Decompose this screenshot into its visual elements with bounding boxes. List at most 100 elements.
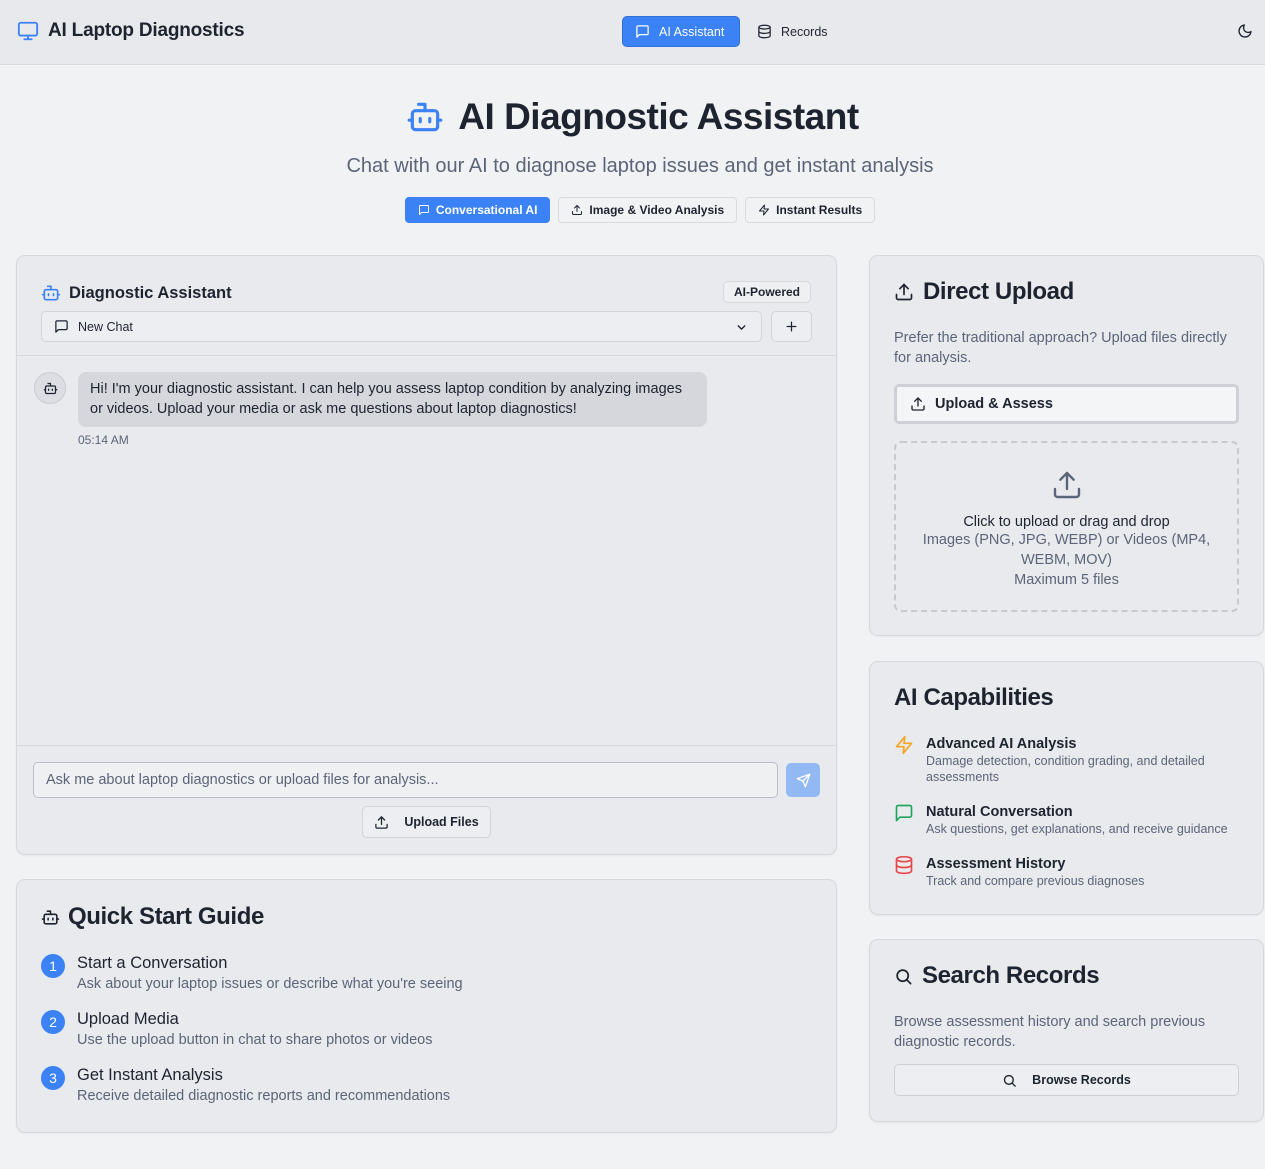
search-records-header: Search Records [894, 962, 1100, 990]
upload-files-button[interactable]: Upload Files [362, 806, 491, 838]
quick-start-step: 3 Get Instant Analysis Receive detailed … [41, 1065, 450, 1106]
step-description: Use the upload button in chat to share p… [77, 1032, 433, 1048]
browse-records-button[interactable]: Browse Records [894, 1064, 1239, 1096]
assistant-message: Hi! I'm your diagnostic assistant. I can… [78, 372, 707, 427]
step-title: Upload Media [77, 1010, 179, 1028]
feature-pills: Conversational AI Image & Video Analysis… [0, 197, 1265, 223]
zap-icon [894, 735, 914, 785]
divider [17, 355, 836, 356]
page-subtitle: Chat with our AI to diagnose laptop issu… [346, 155, 934, 177]
hero-heading: AI Diagnostic Assistant [0, 96, 1265, 138]
step-number: 2 [41, 1010, 65, 1034]
upload-icon [896, 469, 1237, 501]
dropzone-instruction: Click to upload or drag and drop [896, 514, 1237, 530]
message-icon [894, 803, 914, 837]
monitor-icon [17, 20, 39, 42]
upload-icon [374, 815, 389, 830]
message-square-icon [418, 204, 430, 216]
capability-item: Assessment History Track and compare pre… [894, 855, 1241, 889]
database-icon [894, 855, 914, 889]
pill-label: Conversational AI [435, 203, 538, 217]
upload-assess-button[interactable]: Upload & Assess [894, 384, 1239, 424]
message-timestamp: 05:14 AM [78, 433, 129, 447]
direct-upload-title: Direct Upload [923, 278, 1074, 305]
search-icon [894, 967, 913, 986]
capability-description: Track and compare previous diagnoses [926, 874, 1145, 888]
plus-icon [784, 319, 799, 334]
chat-panel: Diagnostic Assistant AI-Powered New Chat… [16, 255, 837, 855]
assistant-avatar [34, 372, 66, 404]
chevron-down-icon [735, 321, 748, 334]
upload-icon [910, 396, 926, 412]
file-dropzone[interactable]: Click to upload or drag and drop Images … [894, 441, 1239, 612]
capability-item: Natural Conversation Ask questions, get … [894, 803, 1241, 837]
nav-ai-assistant[interactable]: AI Assistant [622, 16, 740, 47]
chat-session-select[interactable]: New Chat [41, 311, 762, 342]
brand[interactable]: AI Laptop Diagnostics [17, 20, 245, 42]
quick-start-step: 1 Start a Conversation Ask about your la… [41, 953, 463, 994]
step-title: Get Instant Analysis [77, 1066, 223, 1084]
dropzone-max-files: Maximum 5 files [1014, 572, 1119, 588]
app-title: AI Laptop Diagnostics [48, 20, 245, 41]
message-square-icon [635, 24, 650, 39]
search-icon [1002, 1073, 1017, 1088]
pill-label: Image & Video Analysis [589, 203, 725, 217]
browse-records-label: Browse Records [1032, 1073, 1131, 1087]
quick-start-header: Quick Start Guide [41, 903, 264, 931]
upload-assess-label: Upload & Assess [935, 396, 1053, 412]
dropzone-drag-text: or drag and drop [1058, 514, 1170, 530]
nav-ai-assistant-label: AI Assistant [659, 24, 725, 39]
bot-icon [41, 908, 60, 927]
bot-icon [43, 381, 58, 396]
pill-image-video-analysis: Image & Video Analysis [558, 197, 738, 223]
step-description: Receive detailed diagnostic reports and … [77, 1088, 451, 1104]
capabilities-header: AI Capabilities [894, 684, 1054, 712]
theme-toggle-button[interactable] [1237, 23, 1253, 39]
send-icon [796, 773, 811, 788]
zap-icon [758, 204, 770, 216]
top-nav-bar: AI Laptop Diagnostics AI Assistant Recor… [0, 0, 1265, 65]
direct-upload-header: Direct Upload [894, 278, 1074, 306]
database-icon [757, 24, 772, 39]
nav-records-label: Records [781, 24, 828, 39]
search-records-title: Search Records [922, 962, 1100, 989]
dropzone-click-text[interactable]: Click to upload [963, 514, 1058, 530]
message-square-icon [54, 319, 69, 334]
ai-capabilities-panel: AI Capabilities Advanced AI Analysis Dam… [869, 661, 1264, 915]
chat-message-input[interactable] [33, 762, 778, 798]
upload-files-label: Upload Files [404, 815, 479, 829]
quick-start-title: Quick Start Guide [68, 903, 264, 930]
page-title: AI Diagnostic Assistant [458, 96, 859, 137]
step-number: 3 [41, 1066, 65, 1090]
pill-label: Instant Results [776, 203, 863, 217]
step-description: Ask about your laptop issues or describe… [77, 976, 463, 992]
step-title: Start a Conversation [77, 954, 228, 972]
capability-description: Damage detection, condition grading, and… [926, 754, 1205, 784]
capability-title: Advanced AI Analysis [926, 736, 1077, 752]
quick-start-panel: Quick Start Guide 1 Start a Conversation… [16, 879, 837, 1133]
upload-icon [571, 204, 583, 216]
bot-icon [406, 98, 444, 136]
ai-powered-badge: AI-Powered [722, 281, 811, 303]
quick-start-step: 2 Upload Media Use the upload button in … [41, 1009, 432, 1050]
upload-icon [894, 282, 914, 302]
direct-upload-description: Prefer the traditional approach? Upload … [894, 330, 1227, 366]
capability-item: Advanced AI Analysis Damage detection, c… [894, 735, 1241, 785]
direct-upload-panel: Direct Upload Prefer the traditional app… [869, 255, 1264, 636]
chat-header: Diagnostic Assistant [41, 283, 232, 303]
step-number: 1 [41, 954, 65, 978]
send-button[interactable] [786, 763, 820, 797]
chat-title: Diagnostic Assistant [69, 283, 232, 302]
new-chat-button[interactable] [771, 311, 812, 342]
search-records-panel: Search Records Browse assessment history… [869, 939, 1264, 1122]
capabilities-title: AI Capabilities [894, 684, 1054, 711]
pill-instant-results: Instant Results [745, 197, 876, 223]
capability-title: Assessment History [926, 856, 1066, 872]
pill-conversational-ai: Conversational AI [404, 197, 551, 223]
divider [17, 745, 836, 746]
capability-title: Natural Conversation [926, 804, 1073, 820]
selected-chat-label: New Chat [78, 319, 133, 334]
bot-icon [41, 283, 61, 303]
nav-records[interactable]: Records [745, 16, 845, 47]
dropzone-file-types: Images (PNG, JPG, WEBP) or Videos (MP4, … [922, 532, 1211, 568]
